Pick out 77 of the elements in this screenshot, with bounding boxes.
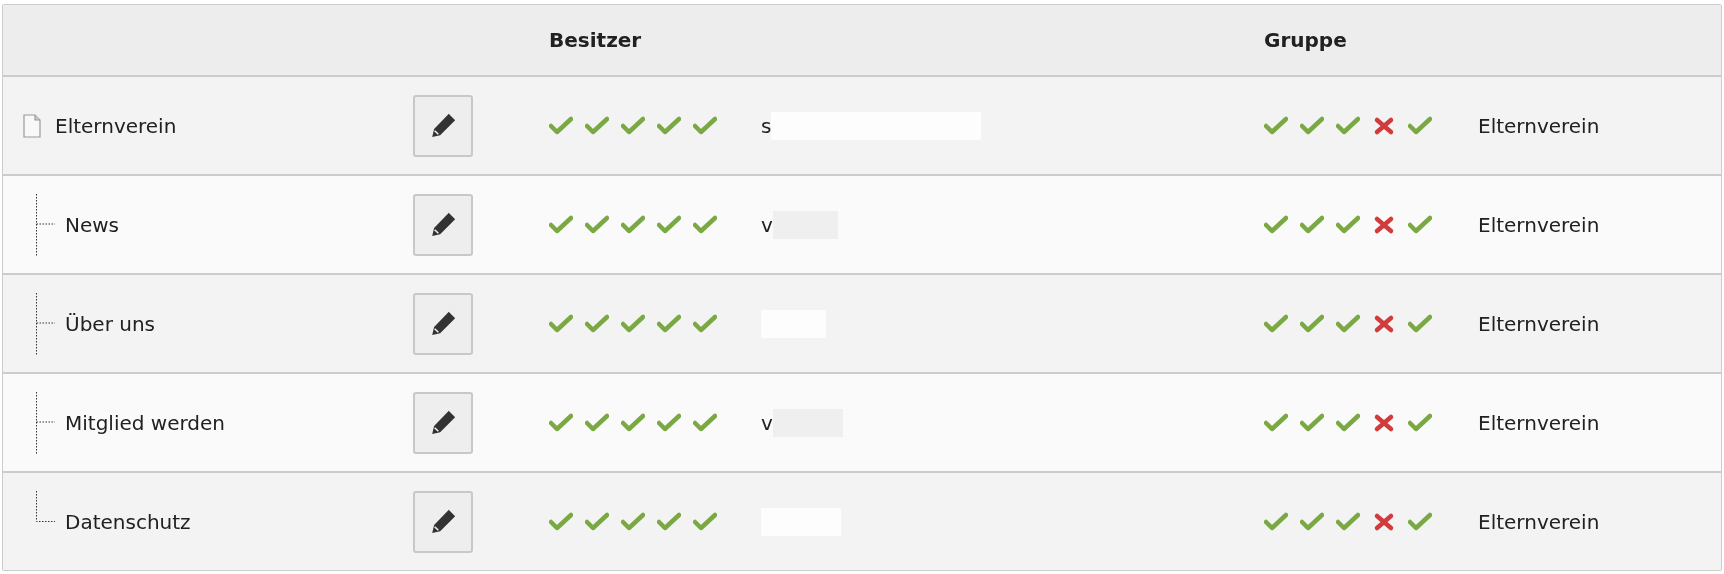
check-icon[interactable] [657, 115, 681, 136]
edit-button[interactable] [413, 490, 473, 553]
check-icon[interactable] [1408, 511, 1432, 532]
check-icon[interactable] [621, 214, 645, 235]
check-icon[interactable] [1264, 511, 1288, 532]
check-icon[interactable] [1264, 214, 1288, 235]
pencil-icon [430, 310, 456, 337]
check-icon[interactable] [585, 115, 609, 136]
page-title[interactable]: Mitglied werden [65, 410, 226, 435]
check-icon[interactable] [657, 313, 681, 334]
check-icon[interactable] [621, 412, 645, 433]
edit-button[interactable] [413, 193, 473, 256]
check-icon[interactable] [585, 511, 609, 532]
check-icon[interactable] [549, 313, 573, 334]
check-icon[interactable] [1264, 313, 1288, 334]
column-header: Gruppe [1264, 28, 1348, 52]
check-icon[interactable] [621, 313, 645, 334]
pencil-icon [430, 211, 456, 238]
edit-button[interactable] [413, 292, 473, 355]
check-icon[interactable] [1300, 115, 1324, 136]
group-name: Elternverein [1478, 311, 1600, 336]
check-icon[interactable] [1408, 214, 1432, 235]
check-icon[interactable] [549, 115, 573, 136]
check-icon[interactable] [1264, 412, 1288, 433]
cross-icon[interactable] [1372, 412, 1396, 433]
check-icon[interactable] [1300, 313, 1324, 334]
page-title[interactable]: Datenschutz [65, 509, 191, 534]
page-title[interactable]: Über uns [65, 311, 155, 336]
check-icon[interactable] [1408, 313, 1432, 334]
document-icon [23, 113, 41, 138]
check-icon[interactable] [549, 511, 573, 532]
check-icon[interactable] [693, 412, 717, 433]
check-icon[interactable] [1300, 511, 1324, 532]
check-icon[interactable] [657, 214, 681, 235]
check-icon[interactable] [693, 511, 717, 532]
check-icon[interactable] [1408, 412, 1432, 433]
group-name: Elternverein [1478, 113, 1600, 138]
check-icon[interactable] [1336, 313, 1360, 334]
check-icon[interactable] [585, 214, 609, 235]
check-icon[interactable] [657, 412, 681, 433]
cross-icon[interactable] [1372, 313, 1396, 334]
page-title[interactable]: News [65, 212, 120, 237]
check-icon[interactable] [621, 115, 645, 136]
check-icon[interactable] [1336, 412, 1360, 433]
tree-line [35, 490, 57, 523]
page-title[interactable]: Elternverein [55, 113, 177, 138]
check-icon[interactable] [693, 115, 717, 136]
check-icon[interactable] [1336, 214, 1360, 235]
check-icon[interactable] [1336, 511, 1360, 532]
check-icon[interactable] [585, 412, 609, 433]
check-icon[interactable] [549, 214, 573, 235]
check-icon[interactable] [1300, 412, 1324, 433]
group-name: Elternverein [1478, 212, 1600, 237]
check-icon[interactable] [1300, 214, 1324, 235]
check-icon[interactable] [657, 511, 681, 532]
check-icon[interactable] [1336, 115, 1360, 136]
cross-icon[interactable] [1372, 115, 1396, 136]
column-header: Besitzer [549, 28, 643, 52]
cross-icon[interactable] [1372, 214, 1396, 235]
check-icon[interactable] [549, 412, 573, 433]
check-icon[interactable] [1408, 115, 1432, 136]
owner-name: s [761, 113, 772, 138]
check-icon[interactable] [693, 313, 717, 334]
group-name: Elternverein [1478, 410, 1600, 435]
check-icon[interactable] [693, 214, 717, 235]
cross-icon[interactable] [1372, 511, 1396, 532]
pencil-icon [430, 409, 456, 436]
check-icon[interactable] [621, 511, 645, 532]
check-icon[interactable] [1264, 115, 1288, 136]
owner-name: v [761, 212, 773, 237]
owner-name: v [761, 410, 773, 435]
group-name: Elternverein [1478, 509, 1600, 534]
pencil-icon [430, 112, 456, 139]
edit-button[interactable] [413, 391, 473, 454]
edit-button[interactable] [413, 94, 473, 157]
pencil-icon [430, 508, 456, 535]
check-icon[interactable] [585, 313, 609, 334]
